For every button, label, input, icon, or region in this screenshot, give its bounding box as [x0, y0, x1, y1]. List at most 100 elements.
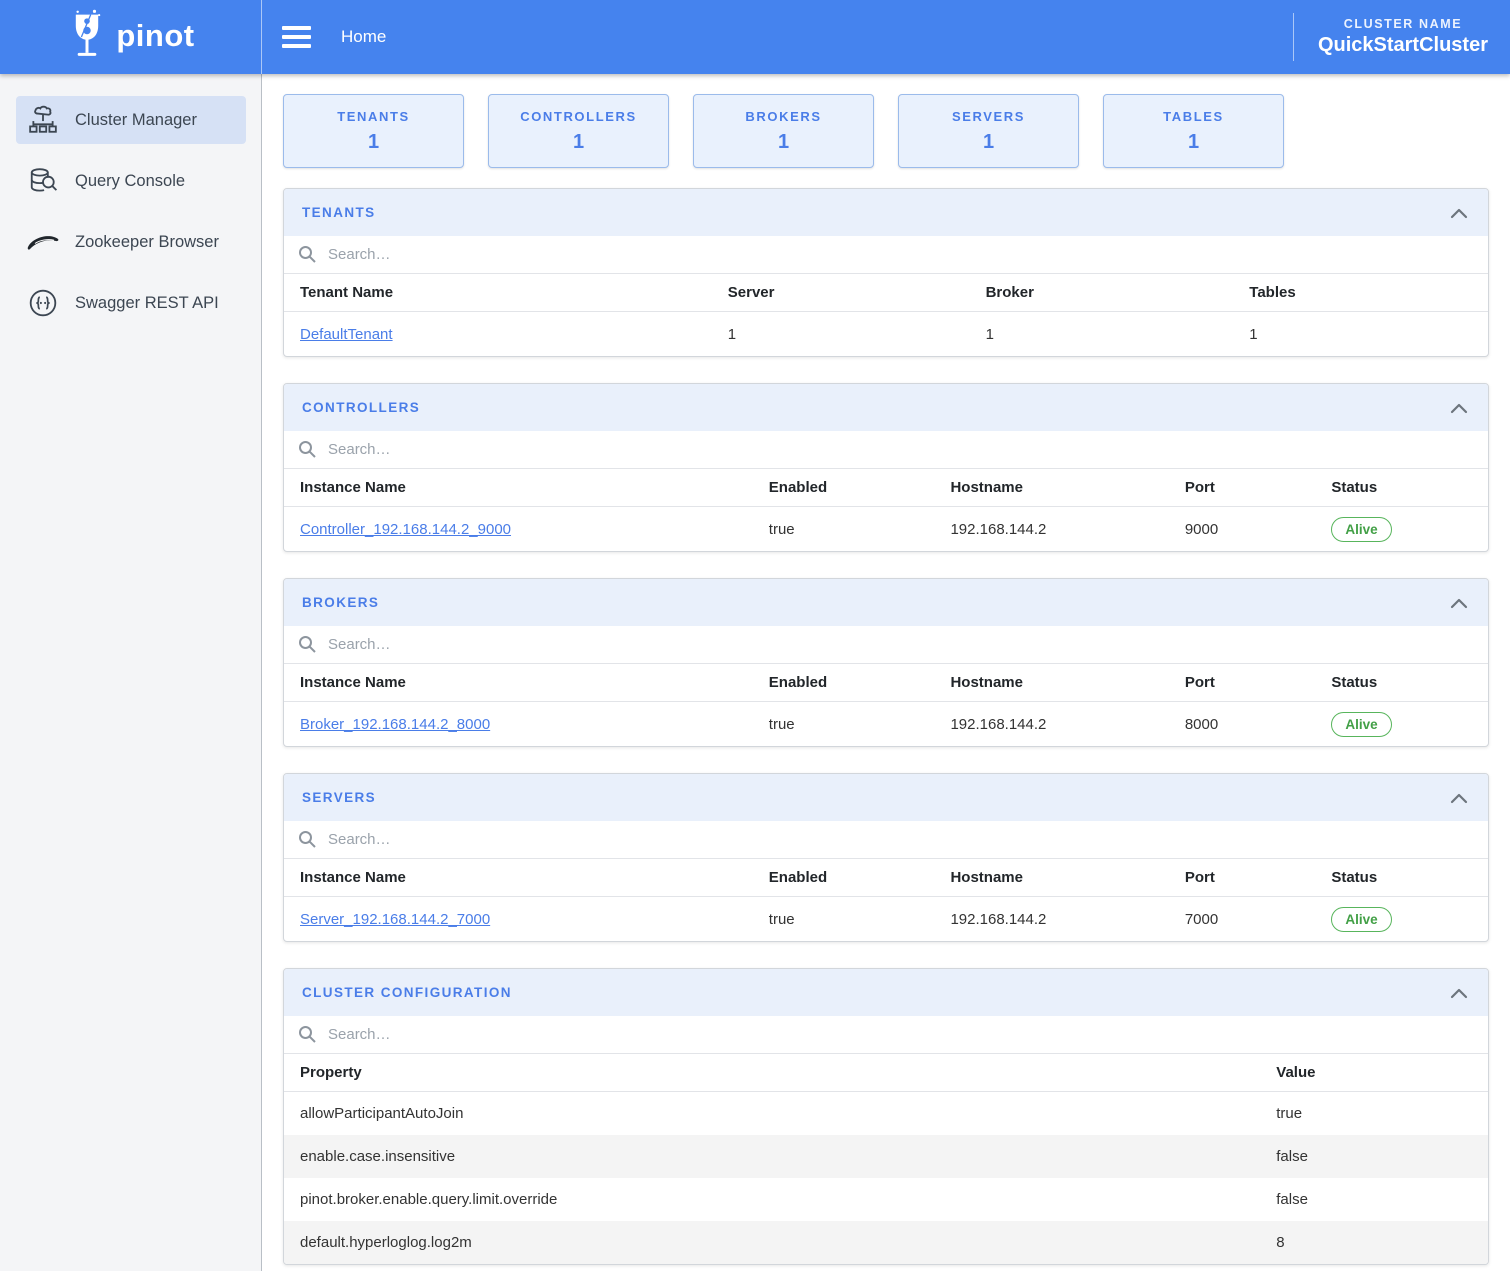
sidebar-item-cluster-manager[interactable]: Cluster Manager: [16, 96, 246, 144]
table-row: Broker_192.168.144.2_8000 true 192.168.1…: [284, 702, 1488, 746]
tenant-name-link[interactable]: DefaultTenant: [300, 326, 393, 343]
stat-card-value: 1: [778, 131, 789, 154]
table-header-row: Instance Name Enabled Hostname Port Stat…: [284, 859, 1488, 897]
stat-card-value: 1: [573, 131, 584, 154]
column-header: Server: [728, 284, 986, 301]
column-header: Status: [1331, 869, 1472, 886]
column-header: Hostname: [950, 479, 1184, 496]
section-title: CLUSTER CONFIGURATION: [302, 985, 512, 1000]
stat-card-value: 1: [368, 131, 379, 154]
table-header-row: Tenant Name Server Broker Tables: [284, 274, 1488, 312]
stat-cards-row: TENANTS 1 CONTROLLERS 1 BROKERS 1 SERVER…: [283, 94, 1489, 168]
search-input[interactable]: [328, 831, 1474, 848]
cell-port: 7000: [1185, 911, 1332, 928]
table-header-row: Property Value: [284, 1054, 1488, 1092]
column-header: Instance Name: [300, 674, 769, 691]
sidebar-item-swagger-rest-api[interactable]: Swagger REST API: [16, 279, 246, 327]
collapse-chevron-icon[interactable]: [1448, 400, 1470, 416]
menu-icon[interactable]: [278, 22, 315, 52]
search-input[interactable]: [328, 1026, 1474, 1043]
column-header: Status: [1331, 479, 1472, 496]
section-header: CONTROLLERS: [284, 384, 1488, 431]
cell-value: false: [1276, 1148, 1472, 1165]
section-header: BROKERS: [284, 579, 1488, 626]
column-header: Instance Name: [300, 479, 769, 496]
sidebar: Cluster Manager Query Console: [0, 74, 262, 1271]
cluster-name-label: CLUSTER NAME: [1344, 17, 1463, 31]
section-tenants: TENANTS Tenant Name Server Broker Tables…: [283, 188, 1489, 357]
collapse-chevron-icon[interactable]: [1448, 790, 1470, 806]
table-row: Controller_192.168.144.2_9000 true 192.1…: [284, 507, 1488, 551]
search-icon: [298, 1025, 317, 1044]
search-icon: [298, 830, 317, 849]
column-header: Hostname: [950, 674, 1184, 691]
stat-card-tenants: TENANTS 1: [283, 94, 464, 168]
section-title: TENANTS: [302, 205, 376, 220]
cluster-name-value: QuickStartCluster: [1318, 34, 1488, 57]
section-servers: SERVERS Instance Name Enabled Hostname P…: [283, 773, 1489, 942]
cell-enabled: true: [769, 521, 951, 538]
brand-logo[interactable]: pinot: [0, 0, 262, 74]
cell-property: enable.case.insensitive: [300, 1148, 1276, 1165]
column-header: Property: [300, 1064, 1276, 1081]
column-header: Port: [1185, 674, 1332, 691]
sidebar-item-label: Zookeeper Browser: [75, 233, 219, 252]
table-row: enable.case.insensitive false: [284, 1135, 1488, 1178]
instance-name-link[interactable]: Controller_192.168.144.2_9000: [300, 521, 511, 538]
stat-card-label: CONTROLLERS: [520, 109, 637, 124]
column-header: Status: [1331, 674, 1472, 691]
section-title: CONTROLLERS: [302, 400, 420, 415]
cell-tables-count: 1: [1249, 326, 1472, 343]
section-brokers: BROKERS Instance Name Enabled Hostname P…: [283, 578, 1489, 747]
cell-hostname: 192.168.144.2: [950, 716, 1184, 733]
collapse-chevron-icon[interactable]: [1448, 985, 1470, 1001]
search-row: [284, 626, 1488, 664]
sidebar-item-query-console[interactable]: Query Console: [16, 157, 246, 205]
sidebar-item-label: Query Console: [75, 172, 185, 191]
cell-property: allowParticipantAutoJoin: [300, 1105, 1276, 1122]
stat-card-label: SERVERS: [952, 109, 1025, 124]
cell-port: 8000: [1185, 716, 1332, 733]
cell-property: pinot.broker.enable.query.limit.override: [300, 1191, 1276, 1208]
column-header: Tenant Name: [300, 284, 728, 301]
section-title: SERVERS: [302, 790, 376, 805]
pinot-glass-icon: [66, 9, 108, 65]
swagger-icon: [26, 286, 60, 320]
cell-enabled: true: [769, 716, 951, 733]
zookeeper-icon: [26, 225, 60, 259]
nav-home-link[interactable]: Home: [341, 27, 386, 47]
table-row: Server_192.168.144.2_7000 true 192.168.1…: [284, 897, 1488, 941]
brand-name: pinot: [116, 20, 194, 55]
instance-name-link[interactable]: Server_192.168.144.2_7000: [300, 911, 490, 928]
table-row: default.hyperloglog.log2m 8: [284, 1221, 1488, 1264]
instance-name-link[interactable]: Broker_192.168.144.2_8000: [300, 716, 490, 733]
search-input[interactable]: [328, 441, 1474, 458]
section-controllers: CONTROLLERS Instance Name Enabled Hostna…: [283, 383, 1489, 552]
collapse-chevron-icon[interactable]: [1448, 595, 1470, 611]
cluster-name-block: CLUSTER NAME QuickStartCluster: [1293, 13, 1510, 61]
search-icon: [298, 245, 317, 264]
search-row: [284, 1016, 1488, 1054]
section-cluster-configuration: CLUSTER CONFIGURATION Property Value all…: [283, 968, 1489, 1265]
query-console-icon: [26, 164, 60, 198]
collapse-chevron-icon[interactable]: [1448, 205, 1470, 221]
column-header: Enabled: [769, 869, 951, 886]
table-header-row: Instance Name Enabled Hostname Port Stat…: [284, 664, 1488, 702]
column-header: Port: [1185, 479, 1332, 496]
cell-value: true: [1276, 1105, 1472, 1122]
search-icon: [298, 440, 317, 459]
cell-port: 9000: [1185, 521, 1332, 538]
column-header: Port: [1185, 869, 1332, 886]
main-content: TENANTS 1 CONTROLLERS 1 BROKERS 1 SERVER…: [262, 74, 1510, 1271]
column-header: Enabled: [769, 479, 951, 496]
cell-hostname: 192.168.144.2: [950, 521, 1184, 538]
search-input[interactable]: [328, 636, 1474, 653]
column-header: Broker: [986, 284, 1250, 301]
topbar: pinot Home CLUSTER NAME QuickStartCluste…: [0, 0, 1510, 74]
search-input[interactable]: [328, 246, 1474, 263]
stat-card-label: BROKERS: [745, 109, 821, 124]
sidebar-item-zookeeper-browser[interactable]: Zookeeper Browser: [16, 218, 246, 266]
cell-value: 8: [1276, 1234, 1472, 1251]
stat-card-servers: SERVERS 1: [898, 94, 1079, 168]
table-row: allowParticipantAutoJoin true: [284, 1092, 1488, 1135]
